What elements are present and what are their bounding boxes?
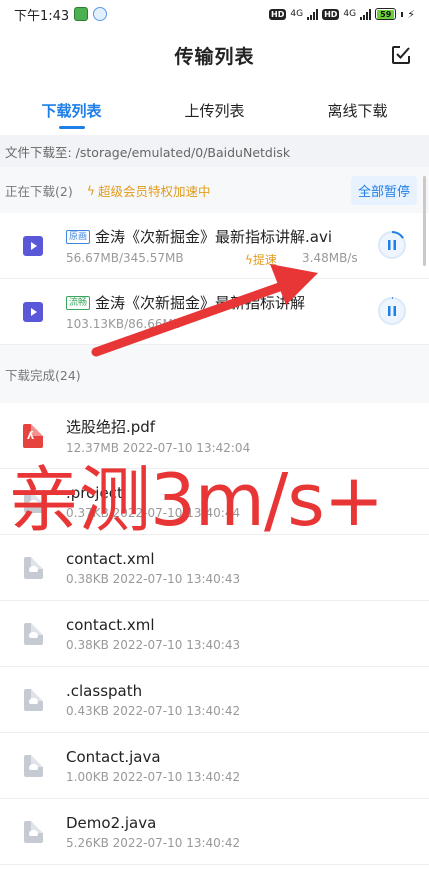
file-name: 选股绝招.pdf bbox=[66, 418, 156, 436]
battery-icon: 59 bbox=[375, 8, 397, 20]
completed-item[interactable]: contact.xml 0.38KB 2022-07-10 13:40:43 bbox=[0, 535, 429, 601]
generic-file-icon bbox=[23, 820, 43, 843]
status-bar-right: HD 4G HD 4G 59 ⚡ bbox=[269, 8, 415, 21]
network-type: 4G bbox=[290, 9, 304, 19]
completed-item[interactable]: Demo2.java 5.26KB 2022-07-10 13:40:42 bbox=[0, 799, 429, 865]
status-bar: 下午1:43 HD 4G HD 4G 59 ⚡ bbox=[0, 0, 429, 28]
file-meta: 0.38KB 2022-07-10 13:40:43 bbox=[66, 571, 241, 586]
speedup-label: ϟ提速 bbox=[245, 253, 277, 267]
generic-file-icon bbox=[23, 556, 43, 579]
download-progress-text: 103.13KB/86.66MB bbox=[66, 317, 182, 331]
completed-item[interactable]: 选股绝招.pdf 12.37MB 2022-07-10 13:42:04 bbox=[0, 403, 429, 469]
status-bar-left: 下午1:43 bbox=[14, 5, 108, 24]
vip-boost-text: 超级会员特权加速中 bbox=[97, 183, 211, 199]
file-meta: 0.43KB 2022-07-10 13:40:42 bbox=[66, 703, 241, 718]
network-type-2: 4G bbox=[343, 9, 357, 19]
file-name: .project bbox=[66, 483, 123, 502]
download-item[interactable]: 原画 金涛《次新掘金》最新指标讲解.avi 56.67MB/345.57MB ϟ… bbox=[0, 213, 429, 279]
completed-count: 下载完成(24) bbox=[5, 367, 81, 383]
file-name: contact.xml bbox=[66, 615, 155, 634]
tab-offline-download[interactable]: 离线下载 bbox=[286, 83, 429, 135]
completed-item[interactable]: Contact.java 1.00KB 2022-07-10 13:40:42 bbox=[0, 733, 429, 799]
tab-upload-list[interactable]: 上传列表 bbox=[143, 83, 286, 135]
generic-file-icon bbox=[23, 490, 43, 513]
video-file-icon bbox=[23, 235, 43, 256]
completed-item[interactable]: .project 0.37KB 2022-07-10 13:40:44 bbox=[0, 469, 429, 535]
pause-download-button[interactable] bbox=[377, 296, 407, 326]
battery-tip bbox=[401, 11, 404, 17]
charging-icon: ⚡ bbox=[407, 7, 415, 21]
downloading-count: 正在下载(2) bbox=[5, 183, 73, 199]
download-speed: 3.48MB/s bbox=[302, 251, 358, 265]
generic-file-icon bbox=[23, 622, 43, 645]
lightning-icon: ϟ bbox=[86, 182, 95, 198]
download-path: 文件下载至: /storage/emulated/0/BaiduNetdisk bbox=[5, 144, 291, 160]
file-meta: 0.38KB 2022-07-10 13:40:43 bbox=[66, 637, 241, 652]
completed-item[interactable]: contact.xml 0.38KB 2022-07-10 13:40:43 bbox=[0, 601, 429, 667]
file-meta: 12.37MB 2022-07-10 13:42:04 bbox=[66, 441, 251, 455]
signal-icon-2 bbox=[360, 8, 372, 20]
signal-icon bbox=[307, 8, 319, 20]
file-meta: 0.37KB 2022-07-10 13:40:44 bbox=[66, 505, 241, 520]
download-path-bar: 文件下载至: /storage/emulated/0/BaiduNetdisk bbox=[0, 135, 429, 167]
pause-all-button[interactable]: 全部暂停 bbox=[350, 176, 417, 205]
tab-bar: 下载列表 上传列表 离线下载 bbox=[0, 83, 429, 135]
pause-download-button[interactable] bbox=[377, 230, 407, 260]
file-meta: 5.26KB 2022-07-10 13:40:42 bbox=[66, 835, 241, 850]
file-name: 金涛《次新掘金》最新指标讲解 bbox=[95, 294, 306, 312]
completed-section-header: 下载完成(24) bbox=[0, 345, 429, 403]
app-notification-icon-2 bbox=[93, 7, 108, 21]
quality-tag: 流畅 bbox=[66, 295, 91, 310]
scrollbar[interactable] bbox=[423, 176, 426, 266]
tab-download-list[interactable]: 下载列表 bbox=[0, 83, 143, 135]
file-name: Demo2.java bbox=[66, 813, 157, 832]
vip-boost-label: ϟ 超级会员特权加速中 bbox=[87, 181, 211, 200]
file-meta: 1.00KB 2022-07-10 13:40:42 bbox=[66, 769, 241, 784]
generic-file-icon bbox=[23, 688, 43, 711]
file-name: Contact.java bbox=[66, 747, 161, 766]
page-header: 传输列表 bbox=[0, 28, 429, 83]
video-file-icon bbox=[23, 301, 43, 322]
completed-item[interactable]: .classpath 0.43KB 2022-07-10 13:40:42 bbox=[0, 667, 429, 733]
generic-file-icon bbox=[23, 754, 43, 777]
file-name: .classpath bbox=[66, 681, 143, 700]
file-name: 金涛《次新掘金》最新指标讲解.avi bbox=[95, 228, 333, 246]
checkbox-edit-icon[interactable] bbox=[391, 45, 411, 65]
downloading-section-header: 正在下载(2) ϟ 超级会员特权加速中 全部暂停 bbox=[0, 167, 429, 213]
hd-badge-2: HD bbox=[322, 8, 340, 20]
quality-tag: 原画 bbox=[66, 229, 91, 244]
download-item[interactable]: 流畅 金涛《次新掘金》最新指标讲解 103.13KB/86.66MB bbox=[0, 279, 429, 345]
hd-badge: HD bbox=[269, 8, 287, 20]
page-title: 传输列表 bbox=[174, 46, 255, 68]
pdf-file-icon bbox=[23, 423, 43, 448]
app-notification-icon bbox=[74, 7, 89, 21]
file-name: contact.xml bbox=[66, 549, 155, 568]
battery-level: 59 bbox=[377, 9, 395, 19]
status-time: 下午1:43 bbox=[14, 8, 70, 24]
